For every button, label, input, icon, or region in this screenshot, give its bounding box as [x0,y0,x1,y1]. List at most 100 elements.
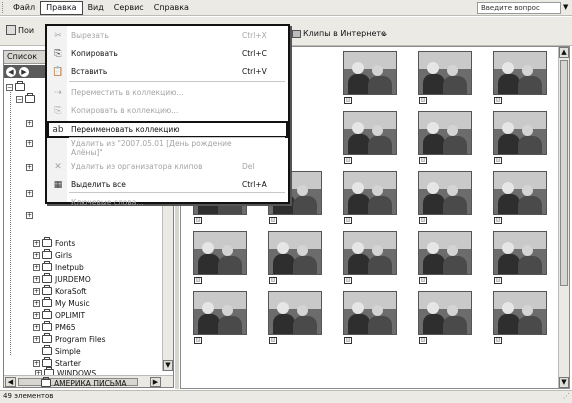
clip-thumbnail[interactable] [493,111,547,155]
clip-thumbnail[interactable] [418,291,472,335]
clip-thumbnail[interactable] [343,51,397,95]
gallery-scrollbar[interactable]: ▲ ▼ [558,47,569,388]
tree-node-hidden[interactable]: + [26,137,35,149]
clip-thumbnail[interactable] [343,171,397,215]
edit-menu-item[interactable]: ⎘ Копировать Ctrl+C [47,45,288,62]
edit-menu-item[interactable]: ✂ Вырезать Ctrl+X [47,27,288,44]
expand-icon[interactable]: + [33,287,40,295]
edit-menu-item[interactable]: Удалить из "2007.05.01 [День рождение Ал… [47,139,288,157]
expand-icon[interactable]: + [26,139,33,147]
tree-root-node[interactable]: − [6,81,28,93]
edit-menu-item[interactable]: Ключевые слова... [47,194,288,211]
back-icon[interactable]: ◀ [6,66,16,77]
ask-dropdown-icon[interactable]: ▼ [563,3,568,11]
clip-options-icon[interactable]: ◫ [419,337,427,344]
clip-options-icon[interactable]: ◫ [494,157,502,164]
ask-question-input[interactable]: Введите вопрос [477,2,561,14]
clip-options-icon[interactable]: ◫ [344,97,352,104]
expand-icon[interactable]: + [33,359,40,367]
clip-thumbnail[interactable] [343,111,397,155]
tree-item-program-files[interactable]: + Program Files [33,333,106,345]
tree-node-hidden[interactable]: + [26,187,35,199]
menu-tools[interactable]: Сервис [109,1,149,15]
scroll-thumb[interactable] [560,60,568,286]
tree-item-pm65[interactable]: + PM65 [33,321,76,333]
collapse-icon[interactable]: − [6,83,13,91]
tree-node-hidden[interactable]: + [26,117,35,129]
clip-thumbnail[interactable] [418,51,472,95]
clip-options-icon[interactable]: ◫ [344,337,352,344]
clip-options-icon[interactable]: ◫ [419,277,427,284]
scroll-right-icon[interactable]: ▶ [150,377,161,387]
scroll-left-icon[interactable]: ◀ [5,377,16,387]
tab-online-clips[interactable]: Клипы в Интернете [288,27,390,41]
expand-icon[interactable]: + [26,163,33,171]
edit-menu-item[interactable]: ▦ Выделить все Ctrl+A [47,176,288,193]
clip-thumbnail[interactable] [493,171,547,215]
expand-icon[interactable]: + [33,239,40,247]
tree-item-america-letters[interactable]: АМЕРИКА ПИСЬМА [41,377,127,389]
resize-grip-icon[interactable]: ⋰ [563,391,570,402]
tree-item-oplimit[interactable]: + OPLIMIT [33,309,85,321]
clip-options-icon[interactable]: ◫ [344,277,352,284]
clip-options-icon[interactable]: ◫ [419,97,427,104]
collapse-icon[interactable]: − [16,95,23,103]
tree-node-hidden[interactable]: + [26,161,35,173]
clip-thumbnail[interactable] [268,291,322,335]
clip-options-icon[interactable]: ◫ [269,337,277,344]
clip-options-icon[interactable]: ◫ [419,157,427,164]
expand-icon[interactable]: + [33,311,40,319]
edit-menu-item[interactable]: ⇢ Переместить в коллекцию... [47,84,288,101]
clip-options-icon[interactable]: ◫ [194,217,202,224]
tree-item-inetpub[interactable]: + Inetpub [33,261,84,273]
tree-item-my-music[interactable]: + My Music [33,297,90,309]
clip-options-icon[interactable]: ◫ [269,277,277,284]
clip-options-icon[interactable]: ◫ [494,277,502,284]
clip-options-icon[interactable]: ◫ [344,217,352,224]
menu-help[interactable]: Справка [149,1,194,15]
clip-options-icon[interactable]: ◫ [494,217,502,224]
tree-node-hidden[interactable]: + [26,209,35,221]
edit-menu-item[interactable]: ab Переименовать коллекцию [47,121,288,138]
edit-menu-item[interactable]: 📋 Вставить Ctrl+V [47,63,288,80]
search-button[interactable]: Пои [6,25,34,35]
tab-overflow-icon[interactable]: ⌄ [381,29,389,39]
clip-thumbnail[interactable] [493,51,547,95]
menu-file[interactable]: Файл [8,1,40,15]
expand-icon[interactable]: + [33,263,40,271]
clip-thumbnail[interactable] [343,231,397,275]
expand-icon[interactable]: + [26,189,33,197]
tree-item-simple[interactable]: Simple [42,345,81,357]
menu-edit[interactable]: Правка [40,0,83,15]
clip-options-icon[interactable]: ◫ [494,97,502,104]
clip-thumbnail[interactable] [418,111,472,155]
clip-thumbnail[interactable] [268,231,322,275]
clip-thumbnail[interactable] [343,291,397,335]
edit-menu-item[interactable]: ⎘ Копировать в коллекцию... [47,102,288,119]
tree-item-korasoft[interactable]: + KoraSoft [33,285,87,297]
scroll-up-icon[interactable]: ▲ [559,47,569,58]
expand-icon[interactable]: + [26,119,33,127]
clip-thumbnail[interactable] [493,291,547,335]
expand-icon[interactable]: + [33,335,40,343]
clip-options-icon[interactable]: ◫ [344,157,352,164]
clip-thumbnail[interactable] [193,291,247,335]
edit-menu-item[interactable]: ✕ Удалить из организатора клипов Del [47,158,288,175]
clip-options-icon[interactable]: ◫ [494,337,502,344]
tree-item-girls[interactable]: + Girls [33,249,72,261]
clip-thumbnail[interactable] [493,231,547,275]
expand-icon[interactable]: + [33,275,40,283]
tree-item-fonts[interactable]: + Fonts [33,237,75,249]
scroll-down-icon[interactable]: ▼ [559,377,569,388]
clip-options-icon[interactable]: ◫ [269,217,277,224]
clip-thumbnail[interactable] [193,231,247,275]
clip-thumbnail[interactable] [418,171,472,215]
scroll-down-icon[interactable]: ▼ [163,360,173,371]
clip-options-icon[interactable]: ◫ [419,217,427,224]
menu-view[interactable]: Вид [83,1,109,15]
tree-item-jurdemo[interactable]: + JURDEMO [33,273,91,285]
expand-icon[interactable]: + [26,211,33,219]
expand-icon[interactable]: + [33,251,40,259]
expand-icon[interactable]: + [33,299,40,307]
clip-options-icon[interactable]: ◫ [194,337,202,344]
